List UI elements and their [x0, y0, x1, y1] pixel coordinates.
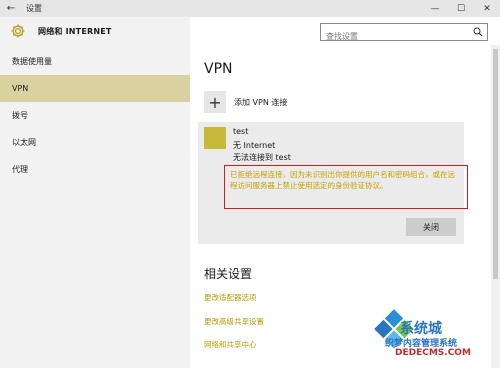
link-adapter-options[interactable]: 更改适配器选项 [204, 292, 257, 303]
link-advanced-sharing[interactable]: 更改高级共享设置 [204, 316, 264, 327]
sidebar-item-vpn[interactable]: VPN [0, 75, 190, 102]
sidebar-item-dial-up[interactable]: 拨号 [0, 102, 190, 129]
vpn-status-connection: 无法连接到 test [233, 153, 291, 162]
maximize-button[interactable]: ☐ [448, 0, 474, 17]
window-controls: — ☐ ✕ [422, 0, 500, 17]
close-button[interactable]: 关闭 [406, 218, 456, 236]
minimize-button[interactable]: — [422, 0, 448, 17]
sidebar-item-data-usage[interactable]: 数据使用量 [0, 48, 190, 75]
add-vpn-button[interactable]: + 添加 VPN 连接 [204, 91, 287, 113]
search-icon[interactable] [473, 27, 483, 37]
minimize-icon: — [430, 3, 440, 14]
add-vpn-label: 添加 VPN 连接 [234, 97, 288, 107]
gear-icon [11, 24, 25, 38]
search-box[interactable] [320, 23, 488, 45]
sidebar-item-ethernet[interactable]: 以太网 [0, 129, 190, 156]
error-message: 已拒绝远程连接，因为未识别出你提供的用户名和密码组合，或在远程访问服务器上禁止使… [230, 170, 455, 190]
watermark-text-3: DEDECMS.COM [395, 348, 471, 358]
plus-icon: + [204, 91, 226, 113]
close-window-button[interactable]: ✕ [474, 0, 500, 17]
vpn-connection-card[interactable]: test 无 Internet 无法连接到 test 已拒绝远程连接，因为未识别… [198, 122, 468, 244]
sidebar-item-proxy[interactable]: 代理 [0, 156, 190, 183]
close-icon: ✕ [483, 3, 491, 14]
vpn-name: test [233, 127, 249, 136]
vpn-connection-icon [204, 127, 226, 149]
section-title-vpn: VPN [204, 61, 233, 77]
link-network-sharing-center[interactable]: 网络和共享中心 [204, 339, 257, 350]
search-input[interactable] [321, 28, 466, 45]
watermark-text: 系统城 [400, 321, 442, 337]
window-title: 设置 [26, 4, 42, 13]
section-title-related: 相关设置 [204, 267, 253, 281]
vpn-status-internet: 无 Internet [233, 141, 276, 150]
header: 网络和 INTERNET [0, 17, 500, 45]
title-bar: ← 设置 — ☐ ✕ [0, 0, 500, 17]
page-title: 网络和 INTERNET [38, 27, 112, 36]
back-button[interactable]: ← [0, 0, 22, 17]
maximize-icon: ☐ [456, 3, 466, 14]
sidebar-nav: 数据使用量 VPN 拨号 以太网 代理 [0, 48, 190, 183]
error-message-box: 已拒绝远程连接，因为未识别出你提供的用户名和密码组合，或在远程访问服务器上禁止使… [224, 165, 468, 209]
back-arrow-icon: ← [6, 3, 16, 14]
scroll-thumb[interactable] [493, 49, 498, 279]
